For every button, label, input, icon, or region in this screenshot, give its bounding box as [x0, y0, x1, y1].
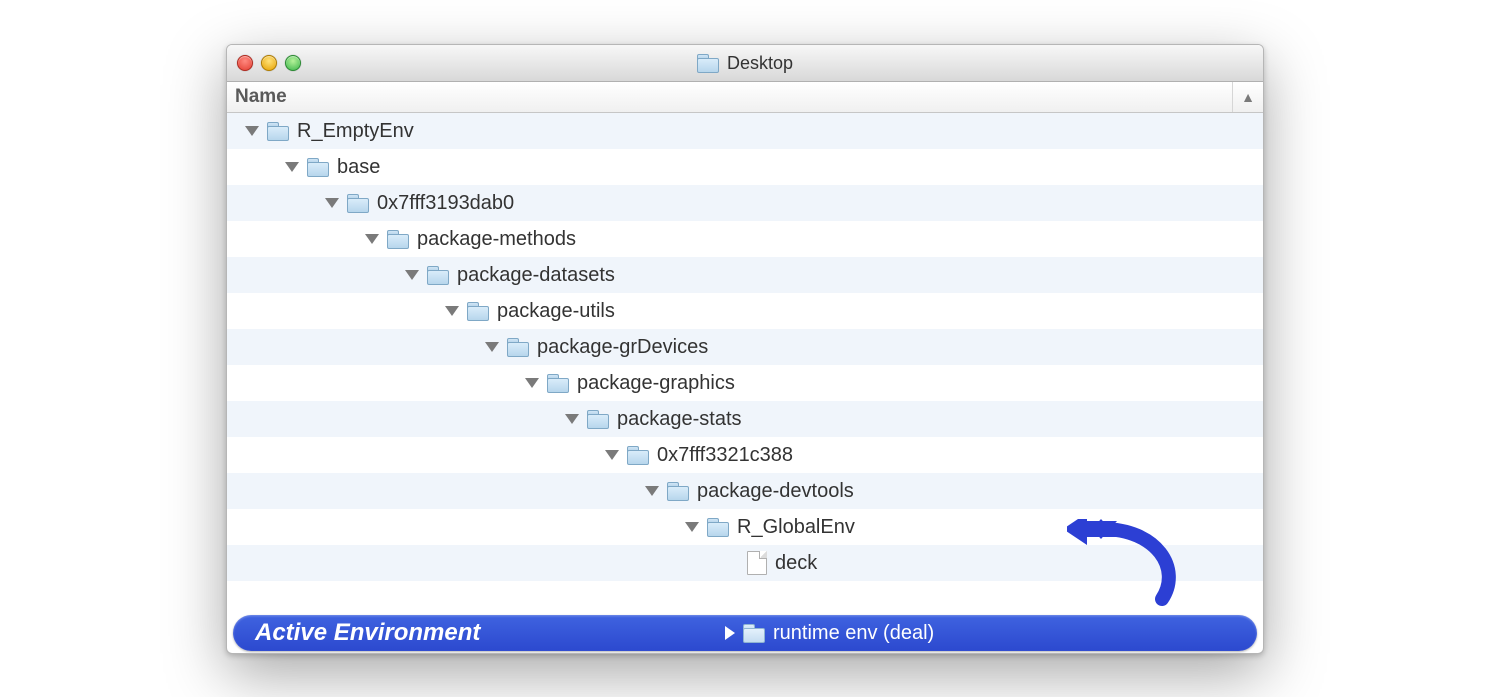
file-icon [747, 551, 767, 575]
selected-row[interactable]: runtime env (deal) [227, 615, 1263, 651]
folder-icon [707, 518, 729, 536]
folder-icon [387, 230, 409, 248]
disclosure-down-icon[interactable] [485, 342, 499, 352]
folder-icon [587, 410, 609, 428]
window-title-text: Desktop [727, 53, 793, 74]
folder-icon [467, 302, 489, 320]
tree-item-label: deck [775, 552, 817, 575]
tree-item-label: 0x7fff3321c388 [657, 444, 793, 467]
disclosure-down-icon[interactable] [565, 414, 579, 424]
tree-item-label: package-devtools [697, 480, 854, 503]
window-title: Desktop [227, 53, 1263, 74]
column-header-name[interactable]: Name [227, 86, 1232, 108]
minimize-button[interactable] [261, 55, 277, 71]
titlebar[interactable]: Desktop [227, 45, 1263, 82]
column-header-row[interactable]: Name ▲ [227, 82, 1263, 113]
tree-row[interactable]: package-graphics [227, 365, 1263, 401]
traffic-lights [227, 55, 301, 71]
tree-row[interactable]: package-devtools [227, 473, 1263, 509]
disclosure-down-icon[interactable] [685, 522, 699, 532]
folder-icon [267, 122, 289, 140]
tree-row[interactable]: package-grDevices [227, 329, 1263, 365]
folder-icon [307, 158, 329, 176]
close-button[interactable] [237, 55, 253, 71]
folder-icon [427, 266, 449, 284]
sort-indicator[interactable]: ▲ [1232, 82, 1263, 112]
tree-row[interactable]: package-datasets [227, 257, 1263, 293]
tree-item-label: package-datasets [457, 264, 615, 287]
disclosure-down-icon[interactable] [365, 234, 379, 244]
disclosure-down-icon[interactable] [645, 486, 659, 496]
tree-area: R_EmptyEnvbase 0x7fff3193dab0 package-meth… [227, 113, 1263, 654]
folder-icon [667, 482, 689, 500]
tree-row[interactable]: package-utils [227, 293, 1263, 329]
folder-icon [507, 338, 529, 356]
tree-row[interactable]: base [227, 149, 1263, 185]
tree-item-label: package-graphics [577, 372, 735, 395]
disclosure-down-icon[interactable] [405, 270, 419, 280]
folder-icon [697, 54, 719, 72]
tree-item-label: package-grDevices [537, 336, 708, 359]
tree-item-label: R_GlobalEnv [737, 516, 855, 539]
disclosure-down-icon[interactable] [285, 162, 299, 172]
tree-row[interactable]: R_GlobalEnv [227, 509, 1263, 545]
disclosure-down-icon[interactable] [525, 378, 539, 388]
tree-row[interactable]: package-stats [227, 401, 1263, 437]
disclosure-down-icon[interactable] [445, 306, 459, 316]
tree-item-label: package-methods [417, 228, 576, 251]
finder-window: Desktop Name ▲ R_EmptyEnvbase 0x7fff3193d… [226, 44, 1264, 654]
zoom-button[interactable] [285, 55, 301, 71]
disclosure-right-icon[interactable] [725, 626, 735, 640]
tree-row[interactable]: package-methods [227, 221, 1263, 257]
folder-icon [743, 624, 765, 642]
tree-item-label: 0x7fff3193dab0 [377, 192, 514, 215]
tree-item-label: package-stats [617, 408, 742, 431]
tree-item-label: R_EmptyEnv [297, 120, 414, 143]
tree-item-label: package-utils [497, 300, 615, 323]
disclosure-down-icon[interactable] [605, 450, 619, 460]
tree-row[interactable]: 0x7fff3193dab0 [227, 185, 1263, 221]
tree-item-label: base [337, 156, 380, 179]
tree-row[interactable]: 0x7fff3321c388 [227, 437, 1263, 473]
disclosure-down-icon[interactable] [245, 126, 259, 136]
tree-row[interactable]: R_EmptyEnv [227, 113, 1263, 149]
tree-row[interactable]: deck [227, 545, 1263, 581]
folder-icon [627, 446, 649, 464]
tree-item-label: runtime env (deal) [773, 622, 934, 645]
folder-icon [347, 194, 369, 212]
folder-icon [547, 374, 569, 392]
disclosure-down-icon[interactable] [325, 198, 339, 208]
